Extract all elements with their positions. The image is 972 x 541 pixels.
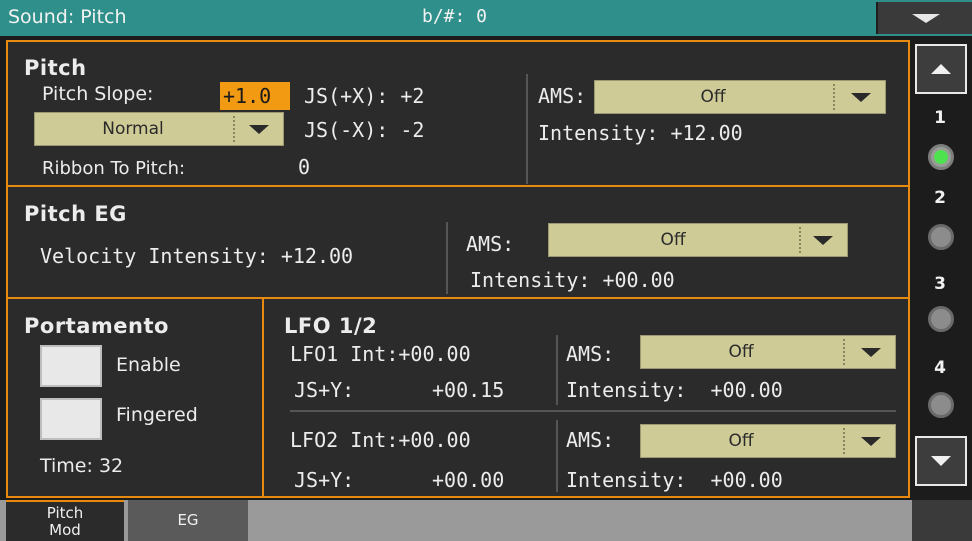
pitch-eg-ams-label: AMS: [466,232,515,256]
dropdown-separator [843,339,845,365]
layer-3-led[interactable] [928,306,954,332]
transpose-indicator: b/#: 0 [422,6,488,27]
pitch-eg-ams-dropdown[interactable]: Off [548,223,848,257]
divider [8,185,908,187]
pitch-mode-value: Normal [102,119,164,139]
lfo1-ams-dropdown[interactable]: Off [640,335,896,369]
divider [526,74,528,184]
chevron-down-icon [861,437,881,446]
portamento-fingered-label: Fingered [116,404,198,426]
portamento-section-title: Portamento [24,314,169,338]
lfo2-intensity[interactable]: LFO2 Int:+00.00 [290,428,471,452]
dropdown-separator [833,84,835,110]
layer-4-led[interactable] [928,392,954,418]
portamento-time[interactable]: Time: 32 [40,455,123,477]
pitch-eg-ams-intensity[interactable]: Intensity: +00.00 [470,268,675,292]
scroll-down-button[interactable] [915,436,967,486]
portamento-fingered-checkbox[interactable] [40,398,102,440]
divider [8,297,908,299]
pitch-eg-section-title: Pitch EG [24,202,127,226]
divider [290,410,896,412]
layer-number-2: 2 [934,188,946,208]
dropdown-separator [843,428,845,454]
divider [556,335,558,405]
pitch-mode-dropdown[interactable]: Normal [34,112,284,146]
js-x-negative[interactable]: JS(-X): -2 [304,118,424,142]
page-menu-button[interactable] [876,2,972,34]
lfo1-js-label: JS+Y: [294,378,355,402]
tab-pitch-mod-label-line2: Mod [49,521,81,539]
lfo1-ams-value: Off [728,342,754,362]
dropdown-separator [799,227,801,253]
layer-number-4: 4 [934,358,946,378]
lfo2-js-value[interactable]: +00.00 [432,468,504,492]
pitch-ams-intensity[interactable]: Intensity: +12.00 [538,121,743,145]
pitch-section-title: Pitch [24,56,87,80]
chevron-down-icon [851,93,871,102]
title-bar: Sound: Pitch b/#: 0 [0,0,972,36]
pitch-eg-ams-value: Off [660,230,686,250]
js-x-positive[interactable]: JS(+X): +2 [304,84,424,108]
arrow-up-icon [931,64,951,74]
pitch-ams-value: Off [700,87,726,107]
lfo-section-title: LFO 1/2 [284,314,378,338]
layer-number-1: 1 [934,108,946,128]
layer-number-3: 3 [934,274,946,294]
lfo2-ams-intensity[interactable]: Intensity: +00.00 [566,468,783,492]
scroll-up-button[interactable] [915,44,967,94]
divider [262,298,264,498]
divider [556,420,558,492]
pitch-ams-label: AMS: [538,84,587,108]
lfo1-ams-label: AMS: [566,342,615,366]
ribbon-to-pitch-label: Ribbon To Pitch: [42,158,186,179]
lfo1-js-value[interactable]: +00.15 [432,378,504,402]
arrow-down-icon [931,456,951,466]
chevron-down-icon [861,348,881,357]
pitch-slope-field[interactable]: +1.0 [220,82,290,110]
tab-pitch-mod[interactable]: Pitch Mod [6,500,124,541]
lfo2-js-label: JS+Y: [294,468,355,492]
divider [446,222,448,294]
layer-2-led[interactable] [928,224,954,250]
layer-1-led[interactable] [928,144,954,170]
pitch-eg-velocity-intensity[interactable]: Velocity Intensity: +12.00 [40,244,353,268]
lfo2-ams-dropdown[interactable]: Off [640,424,896,458]
lfo2-ams-value: Off [728,431,754,451]
lfo2-ams-label: AMS: [566,428,615,452]
tab-bar-end [912,500,972,541]
dropdown-separator [233,116,235,142]
chevron-down-icon [249,125,269,134]
pitch-slope-label: Pitch Slope: [42,83,154,105]
lfo1-intensity[interactable]: LFO1 Int:+00.00 [290,342,471,366]
ribbon-to-pitch-value[interactable]: 0 [298,155,310,179]
pitch-ams-dropdown[interactable]: Off [594,80,886,114]
tab-pitch-mod-label-line1: Pitch [46,504,84,522]
portamento-enable-checkbox[interactable] [40,345,102,387]
page-title: Sound: Pitch [8,6,127,28]
chevron-down-icon [912,14,940,23]
portamento-enable-label: Enable [116,354,181,376]
lfo1-ams-intensity[interactable]: Intensity: +00.00 [566,378,783,402]
chevron-down-icon [813,236,833,245]
tab-eg[interactable]: EG [128,500,248,541]
